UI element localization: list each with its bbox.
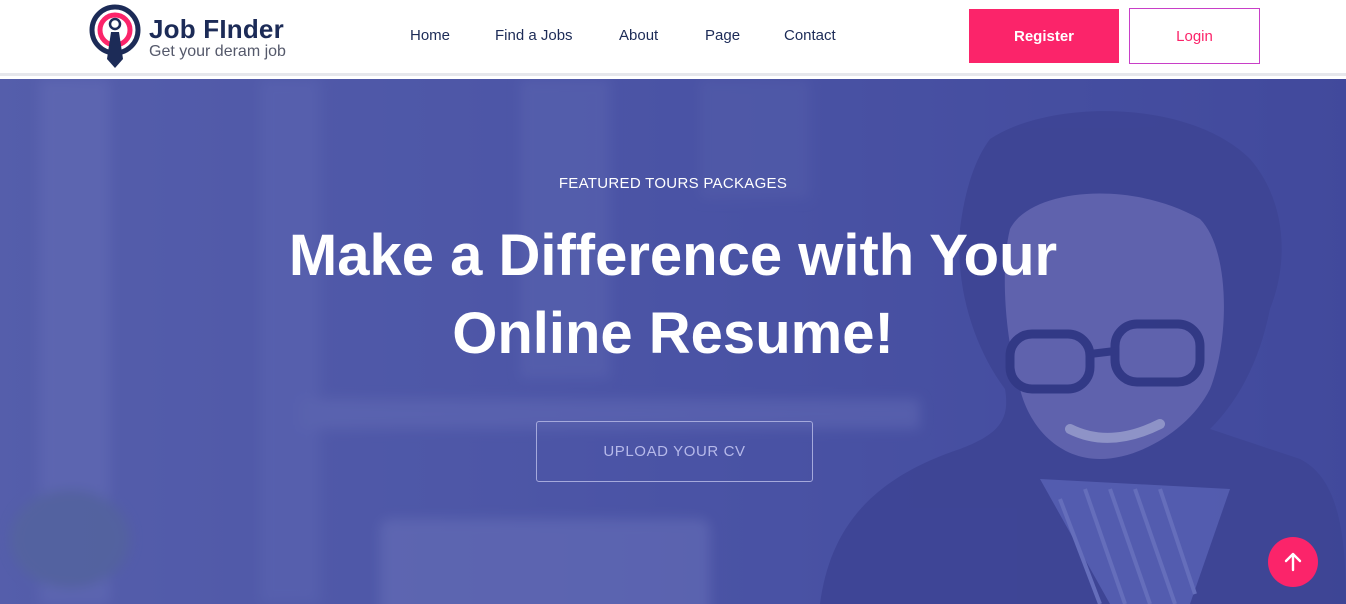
logo-link[interactable]: Job FInder Get your deram job [89, 4, 309, 70]
upload-cv-button[interactable]: UPLOAD YOUR CV [536, 421, 813, 482]
nav-about[interactable]: About [619, 27, 658, 44]
nav-page[interactable]: Page [705, 27, 740, 44]
logo-target-tie-icon [89, 4, 141, 68]
register-button[interactable]: Register [969, 9, 1119, 63]
logo-title: Job FInder [149, 14, 284, 44]
nav-find-jobs[interactable]: Find a Jobs [495, 27, 573, 44]
hero-eyebrow: FEATURED TOURS PACKAGES [558, 175, 788, 192]
scroll-to-top-button[interactable] [1268, 537, 1318, 587]
hero-banner: FEATURED TOURS PACKAGES Make a Differenc… [0, 79, 1346, 604]
logo-tagline: Get your deram job [149, 43, 286, 60]
login-button[interactable]: Login [1129, 8, 1260, 64]
arrow-up-icon [1284, 552, 1302, 572]
nav-contact[interactable]: Contact [784, 27, 836, 44]
hero-headline: Make a Difference with Your Online Resum… [288, 223, 1058, 366]
nav-home[interactable]: Home [410, 27, 450, 44]
site-header: Job FInder Get your deram job Home Find … [0, 0, 1346, 76]
